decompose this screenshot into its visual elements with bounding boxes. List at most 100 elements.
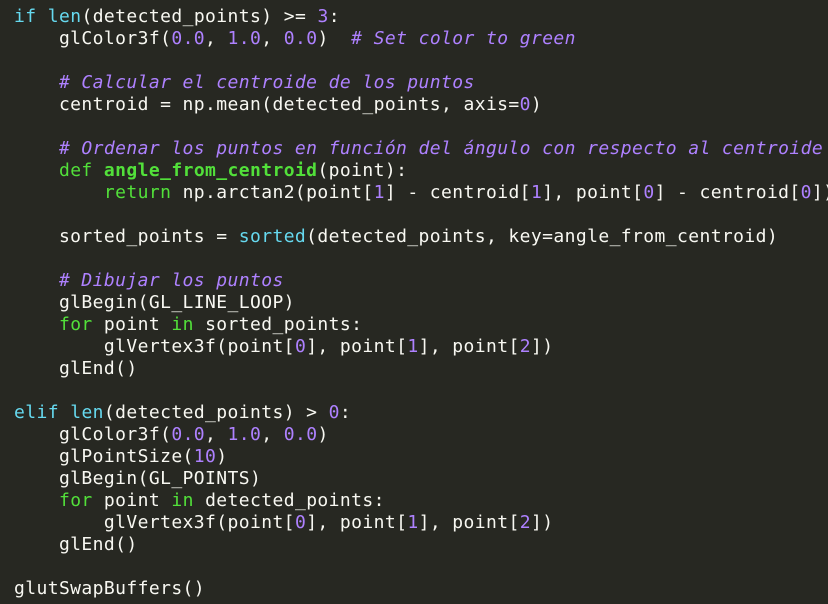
code-line: glBegin(GL_POINTS) [14, 468, 828, 490]
number-token: 0.0 [283, 28, 318, 49]
code-text-token: ], point[ [418, 336, 520, 357]
number-token: 0 [294, 336, 307, 357]
code-text-token: glEnd() [14, 534, 138, 555]
code-line: return np.arctan2(point[1] - centroid[1]… [14, 182, 828, 204]
code-text-token: ]) [530, 336, 554, 357]
number-token: 0 [643, 182, 655, 203]
keyword-token: elif [14, 402, 59, 423]
code-line: # Ordenar los puntos en función del ángu… [14, 138, 828, 160]
code-line: def angle_from_centroid(point): [14, 160, 828, 182]
code-text-token: ], point[ [306, 336, 408, 357]
code-line: for point in detected_points: [14, 490, 828, 512]
code-text-token: ]) [530, 512, 554, 533]
code-line: glBegin(GL_LINE_LOOP) [14, 292, 828, 314]
code-line: glColor3f(0.0, 1.0, 0.0) # Set color to … [14, 28, 828, 50]
code-text-token: (point): [317, 160, 408, 181]
function-name-token: angle_from_centroid [103, 160, 318, 181]
code-text-token: point [92, 314, 172, 335]
code-text-token: glPointSize( [14, 446, 194, 467]
code-line: for point in sorted_points: [14, 314, 828, 336]
number-token: 1 [373, 182, 385, 203]
keyword-token: in [171, 490, 194, 511]
code-text-token: (detected_points) >= [81, 6, 318, 27]
code-line: glutSwapBuffers() [14, 578, 828, 600]
code-text-token: , [205, 28, 228, 49]
code-text-token: ) [317, 28, 352, 49]
code-text-token: glColor3f( [14, 28, 172, 49]
code-line: glColor3f(0.0, 1.0, 0.0) [14, 424, 828, 446]
code-text-token: np.arctan2(point[ [171, 182, 374, 203]
comment-token: # Dibujar los puntos [58, 270, 284, 291]
code-line: # Dibujar los puntos [14, 270, 828, 292]
code-text-token: : [339, 402, 352, 423]
code-line: glPointSize(10) [14, 446, 828, 468]
code-text-token: centroid = np.mean(detected_points, axis… [14, 94, 520, 115]
code-block[interactable]: if len(detected_points) >= 3: glColor3f(… [14, 6, 828, 600]
code-text-token: detected_points: [193, 490, 385, 511]
code-text-token: ], point[ [542, 182, 644, 203]
number-token: 0 [800, 182, 812, 203]
builtin-token: sorted [238, 226, 307, 247]
number-token: 1 [407, 336, 419, 357]
code-line: glVertex3f(point[0], point[1], point[2]) [14, 336, 828, 358]
number-token: 0 [519, 94, 531, 115]
code-text-token: glVertex3f(point[ [14, 512, 295, 533]
code-text-token: sorted_points: [193, 314, 363, 335]
number-token: 1.0 [227, 28, 262, 49]
code-text-token: ) [530, 94, 543, 115]
code-line: centroid = np.mean(detected_points, axis… [14, 94, 828, 116]
number-token: 1 [407, 512, 419, 533]
code-text-token: sorted_points = [14, 226, 239, 247]
code-line: glEnd() [14, 358, 828, 380]
number-token: 2 [519, 336, 531, 357]
code-text-token: , [261, 424, 284, 445]
keyword-token: in [171, 314, 194, 335]
code-text-token: glColor3f( [14, 424, 172, 445]
number-token: 0.0 [171, 424, 206, 445]
number-token: 1.0 [227, 424, 262, 445]
code-line: sorted_points = sorted(detected_points, … [14, 226, 828, 248]
code-line: if len(detected_points) >= 3: [14, 6, 828, 28]
code-text-token: , [261, 28, 284, 49]
number-token: 0.0 [171, 28, 206, 49]
code-text-token: , [205, 424, 228, 445]
number-token: 2 [519, 512, 531, 533]
number-token: 0.0 [283, 424, 318, 445]
comment-token: # Set color to green [351, 28, 576, 49]
code-text-token: (detected_points, key=angle_from_centroi… [306, 226, 779, 247]
code-text-token: (detected_points) > [103, 402, 329, 423]
code-text-token: : [328, 6, 340, 27]
code-text-token: ) [317, 424, 329, 445]
code-text-token: ] - centroid[ [654, 182, 801, 203]
code-text-token: glEnd() [14, 358, 138, 379]
builtin-token: len [70, 402, 104, 423]
code-text-token: ) [216, 446, 228, 467]
number-token: 10 [193, 446, 217, 467]
number-token: 0 [294, 512, 307, 533]
builtin-token: len [47, 6, 82, 27]
code-text-token: point [92, 490, 172, 511]
code-text-token: ] - centroid[ [384, 182, 531, 203]
code-text-token: ]) [811, 182, 828, 203]
code-editor[interactable]: if len(detected_points) >= 3: glColor3f(… [0, 0, 828, 604]
keyword-token: for [58, 314, 93, 335]
keyword-token: for [58, 490, 93, 511]
code-text-token: glVertex3f(point[ [14, 336, 295, 357]
comment-token: # Ordenar los puntos en función del ángu… [58, 138, 824, 159]
